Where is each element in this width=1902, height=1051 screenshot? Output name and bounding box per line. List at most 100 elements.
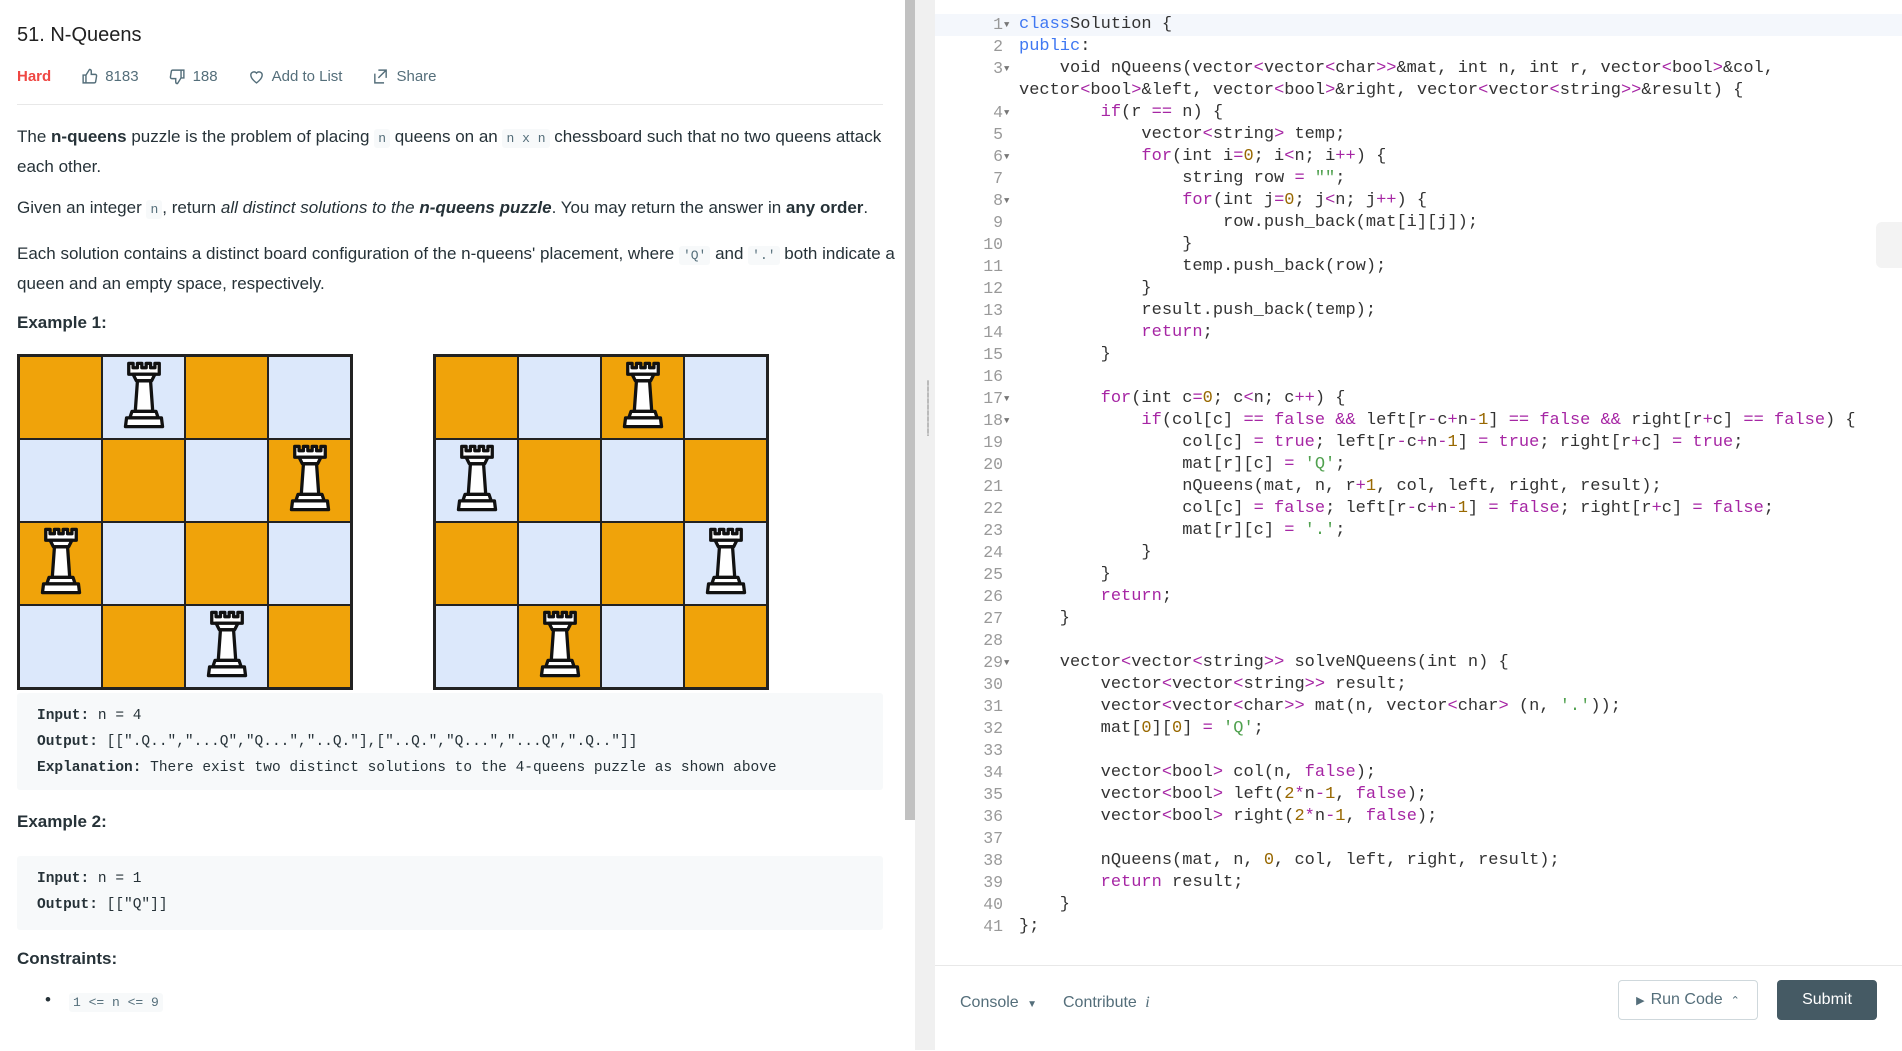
line-number: 7 — [993, 169, 1003, 188]
code-line: 38 nQueens(mat, n, 0, col, left, right, … — [935, 850, 1902, 872]
inline-code: 'Q' — [678, 246, 711, 265]
line-number: 16 — [983, 367, 1003, 386]
like-button[interactable]: 8183 — [81, 67, 139, 85]
board-cell — [684, 439, 767, 522]
line-number: 12 — [983, 279, 1003, 298]
board-cell — [268, 439, 351, 522]
fold-arrow-icon[interactable]: ▼ — [1004, 14, 1009, 36]
share-button[interactable]: Share — [372, 68, 437, 85]
code-line: 32 mat[0][0] = 'Q'; — [935, 718, 1902, 740]
side-panel-toggle[interactable] — [1876, 222, 1902, 268]
add-to-list-button[interactable]: Add to List — [248, 68, 342, 85]
fold-arrow-icon[interactable]: ▼ — [1004, 190, 1009, 212]
code-text: } — [1019, 279, 1152, 298]
divider — [17, 104, 883, 105]
contribute-button[interactable]: Contribute i — [1063, 994, 1150, 1012]
code-line: 1 ▼ classSolution { — [935, 14, 1902, 36]
code-line: 22 col[c] = false; left[r-c+n-1] = false… — [935, 498, 1902, 520]
fold-arrow-icon[interactable]: ▼ — [1004, 388, 1009, 410]
board-cell — [435, 439, 518, 522]
queen-icon — [288, 442, 332, 519]
code-text: } — [1019, 543, 1152, 562]
code-line: 34 vector<bool> col(n, false); — [935, 762, 1902, 784]
description-paragraph-3: Each solution contains a distinct board … — [17, 240, 897, 298]
value: n = 1 — [89, 871, 142, 887]
code-line: 9 row.push_back(mat[i][j]); — [935, 212, 1902, 234]
fold-arrow-icon[interactable]: ▼ — [1004, 652, 1009, 674]
code-text: string row = ""; — [1019, 169, 1346, 188]
console-button[interactable]: Console ▼ — [960, 994, 1037, 1012]
code-line: 40 } — [935, 894, 1902, 916]
queen-icon — [538, 608, 582, 685]
like-count: 8183 — [105, 67, 139, 85]
label: Input: — [37, 708, 90, 724]
line-number: 2 — [993, 37, 1003, 56]
drag-handle-icon — [927, 380, 929, 436]
code-lines: 1 ▼ classSolution {2 public: 3 ▼ void nQueens… — [935, 14, 1902, 938]
code-text: return result; — [1100, 873, 1244, 892]
info-icon: i — [1145, 994, 1150, 1011]
submit-button[interactable]: Submit — [1777, 980, 1877, 1020]
run-code-button[interactable]: ▶ Run Code ⌃ — [1618, 980, 1758, 1020]
bullet: • — [45, 990, 51, 1009]
label: Input: — [37, 871, 90, 887]
queen-icon — [122, 359, 166, 436]
code-line: 6 ▼ for(int i=0; i<n; i++) { — [935, 146, 1902, 168]
text: and — [710, 244, 749, 263]
code-line: 30 vector<vector<string>> result; — [935, 674, 1902, 696]
inline-code: n — [374, 129, 390, 148]
board-cell — [185, 356, 268, 439]
pane-splitter[interactable] — [915, 0, 935, 1050]
constraints-heading: Constraints: — [17, 949, 118, 968]
inline-code: n — [146, 200, 163, 219]
code-text: col[c] = true; left[r-c+n-1] = true; rig… — [1019, 433, 1744, 452]
line-number: 29 — [983, 653, 1003, 672]
fold-arrow-icon[interactable]: ▼ — [1004, 410, 1009, 432]
inline-code: n x n — [502, 129, 550, 148]
code-text: classSolution { — [1019, 15, 1173, 34]
line-number: 27 — [983, 609, 1003, 628]
code-text: if(col[c] == false && left[r-c+n-1] == f… — [1141, 411, 1856, 430]
board-cell — [518, 522, 601, 605]
code-text: result.push_back(temp); — [1019, 301, 1377, 320]
example-2-output: Output: [["Q"]] — [37, 892, 863, 918]
description-scrollbar[interactable] — [905, 0, 915, 820]
line-number: 32 — [983, 719, 1003, 738]
code-line: 13 result.push_back(temp); — [935, 300, 1902, 322]
fold-arrow-icon[interactable]: ▼ — [1004, 102, 1009, 124]
code-line: 12 } — [935, 278, 1902, 300]
fold-arrow-icon[interactable]: ▼ — [1004, 58, 1009, 80]
board-cell — [19, 522, 102, 605]
example-1-block: Input: n = 4 Output: [[".Q..","...Q","Q.… — [17, 693, 883, 790]
code-text: public: — [1019, 37, 1091, 56]
code-editor[interactable]: 1 ▼ classSolution {2 public: 3 ▼ void nQueens… — [935, 0, 1902, 965]
line-number: 37 — [983, 829, 1003, 848]
bold-text: n-queens — [51, 127, 127, 146]
code-text: mat[r][c] = '.'; — [1019, 521, 1346, 540]
code-text: temp.push_back(row); — [1019, 257, 1387, 276]
code-line: 26 return; — [935, 586, 1902, 608]
code-line: 29 ▼ vector<vector<string>> solveNQueens(… — [935, 652, 1902, 674]
value: n = 4 — [89, 708, 142, 724]
text: The — [17, 127, 52, 146]
dislike-button[interactable]: 188 — [169, 68, 218, 85]
board-cell — [268, 356, 351, 439]
code-line: 27 } — [935, 608, 1902, 630]
example-2-block: Input: n = 1 Output: [["Q"]] — [17, 856, 883, 930]
code-line: 11 temp.push_back(row); — [935, 256, 1902, 278]
board-cell — [185, 605, 268, 688]
fold-arrow-icon[interactable]: ▼ — [1004, 146, 1009, 168]
code-text: return; — [1100, 587, 1173, 606]
line-number: 28 — [983, 631, 1003, 650]
code-text: vector<string> temp; — [1019, 125, 1346, 144]
contribute-label: Contribute — [1063, 994, 1137, 1011]
board-cell — [19, 605, 102, 688]
code-line: 7 string row = ""; — [935, 168, 1902, 190]
board-cell — [102, 605, 185, 688]
editor-footer: Console ▼ Contribute i ▶ Run Code ⌃ Subm… — [935, 965, 1902, 1051]
code-line: vector<bool>&left, vector<bool>&right, v… — [935, 80, 1902, 102]
code-text: for(int j=0; j<n; j++) { — [1182, 191, 1428, 210]
run-code-label: Run Code — [1650, 991, 1723, 1008]
example-1-heading: Example 1: — [17, 313, 107, 332]
line-number: 31 — [983, 697, 1003, 716]
